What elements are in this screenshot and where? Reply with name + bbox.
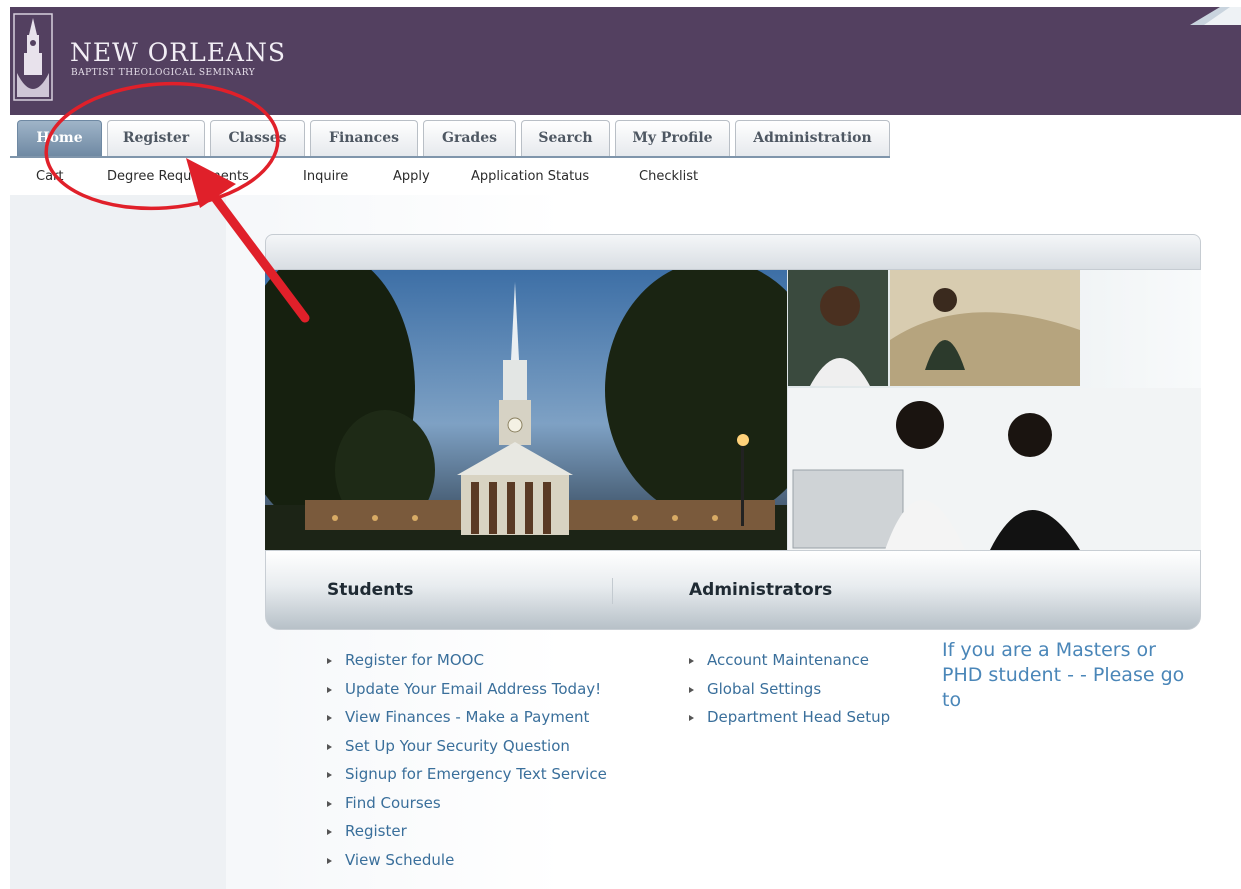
tab-finances[interactable]: Finances [310,120,418,156]
link-update-email[interactable]: Update Your Email Address Today! [345,680,601,698]
panel-header [265,234,1201,270]
chapel-steeple-logo-icon[interactable] [13,13,53,101]
link-department-head-setup[interactable]: Department Head Setup [707,708,890,726]
logo-title[interactable]: NEW ORLEANS [70,38,286,67]
link-emergency-text[interactable]: Signup for Emergency Text Service [345,765,607,783]
triangle-bullet-icon [327,744,332,750]
link-register-for-mooc[interactable]: Register for MOOC [345,651,484,669]
triangle-bullet-icon [689,715,694,721]
tab-administration[interactable]: Administration [735,120,890,156]
students-heading: Students [327,580,414,600]
tab-grades[interactable]: Grades [423,120,516,156]
triangle-bullet-icon [689,687,694,693]
subnav-cart[interactable]: Cart [36,169,64,184]
triangle-bullet-icon [327,687,332,693]
tab-home[interactable]: Home [17,120,102,156]
administrators-heading: Administrators [689,580,833,600]
triangle-bullet-icon [327,772,332,778]
triangle-bullet-icon [327,801,332,807]
link-view-schedule[interactable]: View Schedule [345,851,454,869]
left-column [10,195,226,889]
triangle-bullet-icon [689,658,694,664]
subnav-degree-requirements[interactable]: Degree Requirements [107,169,249,184]
triangle-bullet-icon [327,715,332,721]
subnav-application-status[interactable]: Application Status [471,169,589,184]
banner-image [265,270,1201,550]
subnav-checklist[interactable]: Checklist [639,169,698,184]
triangle-bullet-icon [327,858,332,864]
tab-underline [10,156,890,158]
link-view-finances[interactable]: View Finances - Make a Payment [345,708,589,726]
tab-register[interactable]: Register [107,120,205,156]
link-find-courses[interactable]: Find Courses [345,794,441,812]
subnav-apply[interactable]: Apply [393,169,430,184]
tab-classes[interactable]: Classes [210,120,305,156]
masters-phd-note[interactable]: If you are a Masters or PHD student - - … [942,638,1197,713]
bar-divider [612,578,613,604]
triangle-bullet-icon [327,829,332,835]
link-register[interactable]: Register [345,822,407,840]
logo-subtitle: BAPTIST THEOLOGICAL SEMINARY [71,68,256,78]
triangle-bullet-icon [327,658,332,664]
tab-search[interactable]: Search [521,120,610,156]
link-account-maintenance[interactable]: Account Maintenance [707,651,869,669]
link-security-question[interactable]: Set Up Your Security Question [345,737,570,755]
subnav-inquire[interactable]: Inquire [303,169,348,184]
link-global-settings[interactable]: Global Settings [707,680,821,698]
tab-my-profile[interactable]: My Profile [615,120,730,156]
header-corner-decoration [1190,7,1241,25]
